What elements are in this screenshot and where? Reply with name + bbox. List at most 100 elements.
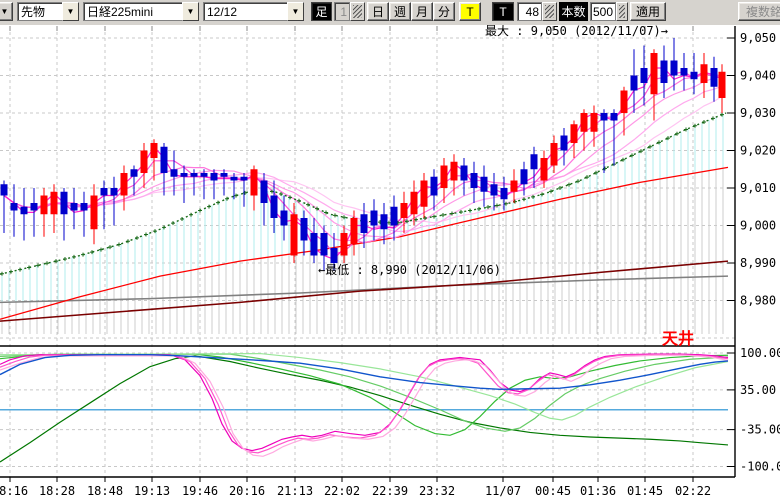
candle-body [681, 68, 688, 76]
time-tick-label: 20:16 [229, 484, 265, 498]
candle-body [111, 188, 118, 196]
period-minute-button[interactable]: 分 [433, 2, 455, 21]
candle-body [61, 192, 68, 215]
ma-green-marker [18, 268, 22, 272]
time-tick-label: 18:16 [0, 484, 28, 498]
candle-body [421, 181, 428, 207]
time-tick-label: 23:32 [419, 484, 455, 498]
multi-symbol-button[interactable]: 複数銘柄 [738, 2, 780, 21]
candle-body [1, 184, 8, 195]
candle-body [331, 248, 338, 263]
candle-body [551, 143, 558, 166]
candle-body [641, 68, 648, 83]
price-tick-label: 9,010 [740, 181, 776, 195]
ma-green-marker [81, 253, 85, 257]
ma-green-marker [180, 217, 184, 221]
candle-body [431, 177, 438, 196]
candle-body [151, 143, 158, 158]
ma-green-marker [558, 186, 562, 190]
time-tick-label: 22:02 [324, 484, 360, 498]
apply-button[interactable]: 適用 [630, 2, 666, 21]
ma-green-marker [711, 116, 715, 120]
price-tick-label: 9,030 [740, 106, 776, 120]
ma-green-marker [684, 127, 688, 131]
candle-body [481, 177, 488, 192]
candle-body [41, 196, 48, 215]
interval-spinner[interactable]: 1 [334, 2, 365, 21]
instrument-value: 日経225mini [83, 2, 182, 21]
candle-body [211, 173, 218, 181]
time-tick-label: 00:45 [535, 484, 571, 498]
category-combobox[interactable]: 先物 ▼ [17, 2, 79, 21]
price-tick-label: 9,040 [740, 69, 776, 83]
candle-body [221, 173, 228, 177]
candle-body [81, 203, 88, 211]
bar-count-value: 500 [590, 2, 616, 21]
ma-green-marker [576, 179, 580, 183]
candle-body [661, 61, 668, 84]
price-chart[interactable]: 9,0509,0409,0309,0209,0109,0008,9908,980… [0, 25, 780, 500]
candle-body [181, 173, 188, 177]
ma-green-marker [171, 221, 175, 225]
ma-green-marker [432, 215, 436, 219]
time-tick-label: 01:36 [580, 484, 616, 498]
time-tick-label: 19:13 [134, 484, 170, 498]
candle-body [51, 192, 58, 215]
candle-body [591, 113, 598, 132]
ma-green-marker [72, 255, 76, 259]
ma-green-marker [63, 257, 67, 261]
tick-count-value: 48 [517, 2, 542, 21]
instrument-combobox[interactable]: 日経225mini ▼ [83, 2, 199, 21]
candle-body [631, 76, 638, 91]
osc-tick-label: -100.00 [740, 460, 780, 474]
spin-icon[interactable] [350, 2, 365, 21]
period-day-button[interactable]: 日 [367, 2, 389, 21]
candle-body [301, 218, 308, 241]
ma-green-marker [135, 236, 139, 240]
candle-body [511, 181, 518, 192]
price-tick-label: 9,000 [740, 219, 776, 233]
chevron-down-icon[interactable]: ▼ [62, 2, 79, 21]
candle-body [621, 91, 628, 114]
candle-body [601, 113, 608, 121]
ma-green-marker [324, 211, 328, 215]
chevron-down-icon[interactable]: ▼ [182, 2, 199, 21]
candle-body [461, 166, 468, 181]
period-month-button[interactable]: 月 [411, 2, 433, 21]
ashi-mode-button[interactable]: 足 [311, 2, 332, 21]
tick-count-spinner[interactable]: 48 [517, 2, 557, 21]
candle-body [161, 147, 168, 173]
tick-mode-button[interactable]: T [459, 2, 481, 21]
period-week-button[interactable]: 週 [389, 2, 411, 21]
time-tick-label: 22:39 [372, 484, 408, 498]
chevron-down-icon[interactable]: ▼ [287, 2, 304, 21]
candle-body [121, 173, 128, 196]
left-combo-arrow-button[interactable]: ▼ [0, 2, 13, 21]
ceiling-signal-label: 天井 [662, 329, 694, 348]
osc-rci-green-line [0, 356, 728, 462]
price-tick-label: 9,050 [740, 31, 776, 45]
candle-body [531, 154, 538, 169]
candle-body [171, 169, 178, 177]
candle-body [31, 203, 38, 211]
candle-body [271, 196, 278, 219]
candle-body [141, 151, 148, 174]
time-tick-label: 18:28 [39, 484, 75, 498]
spin-icon[interactable] [542, 2, 557, 21]
candle-body [391, 207, 398, 226]
candle-body [251, 169, 258, 195]
ma-green-marker [207, 205, 211, 209]
osc-tick-label: 35.00 [740, 383, 776, 397]
candle-body [711, 68, 718, 87]
contract-month-combobox[interactable]: 12/12 ▼ [203, 2, 304, 21]
candle-body [451, 162, 458, 181]
ma-green-marker [117, 243, 121, 247]
toolbar: ▼ 先物 ▼ 日経225mini ▼ 12/12 ▼ 足 1 日 週 月 分 T… [0, 0, 780, 26]
candle-body [521, 169, 528, 184]
spin-icon[interactable] [616, 2, 628, 21]
ma-green-marker [144, 233, 148, 237]
bar-count-spinner[interactable]: 500 [590, 2, 628, 21]
t-aggregation-button[interactable]: T [492, 2, 514, 21]
candle-body [611, 113, 618, 121]
candle-body [201, 173, 208, 177]
